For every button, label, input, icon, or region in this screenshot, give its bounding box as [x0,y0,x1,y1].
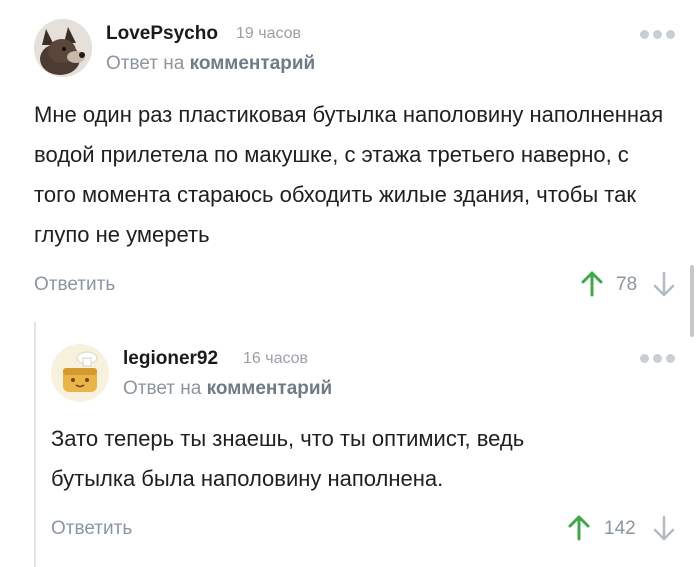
author-name[interactable]: LovePsycho [106,23,218,45]
arrow-up-icon[interactable] [580,271,604,297]
toast-avatar-image [51,344,109,402]
reply-to-comment-link[interactable]: комментарий [190,53,316,74]
reply-to-line: Ответ на комментарий [123,378,332,400]
reply-prefix: Ответ на [123,378,202,399]
rating-value: 142 [604,518,636,539]
arrow-up-icon[interactable] [567,515,591,541]
reply-button[interactable]: Ответить [51,518,132,540]
arrow-down-icon[interactable] [652,271,676,297]
comment-text: Мне один раз пластиковая бутылка наполов… [34,102,664,247]
dog-avatar-image [34,19,92,77]
comment-text: Зато теперь ты знаешь, что ты оптимист, … [51,426,525,491]
comment-legioner92: legioner92 16 часов Ответ на комментарий… [0,300,700,567]
rating-value: 78 [616,274,638,295]
reply-to-comment-link[interactable]: комментарий [207,378,333,399]
more-dots-icon[interactable] [640,354,675,363]
avatar[interactable] [34,19,92,77]
more-dots-icon[interactable] [640,30,675,39]
reply-prefix: Ответ на [106,53,185,74]
avatar[interactable] [51,344,109,402]
author-name[interactable]: legioner92 [123,348,218,370]
comment-time: 16 часов [243,350,309,367]
arrow-down-icon[interactable] [652,515,676,541]
scrollbar[interactable] [690,265,694,337]
reply-to-line: Ответ на комментарий [106,53,315,75]
comment-lovepsycho: LovePsycho 19 часов Ответ на комментарий… [0,0,700,300]
reply-button[interactable]: Ответить [34,274,115,296]
comment-time: 19 часов [236,25,302,42]
